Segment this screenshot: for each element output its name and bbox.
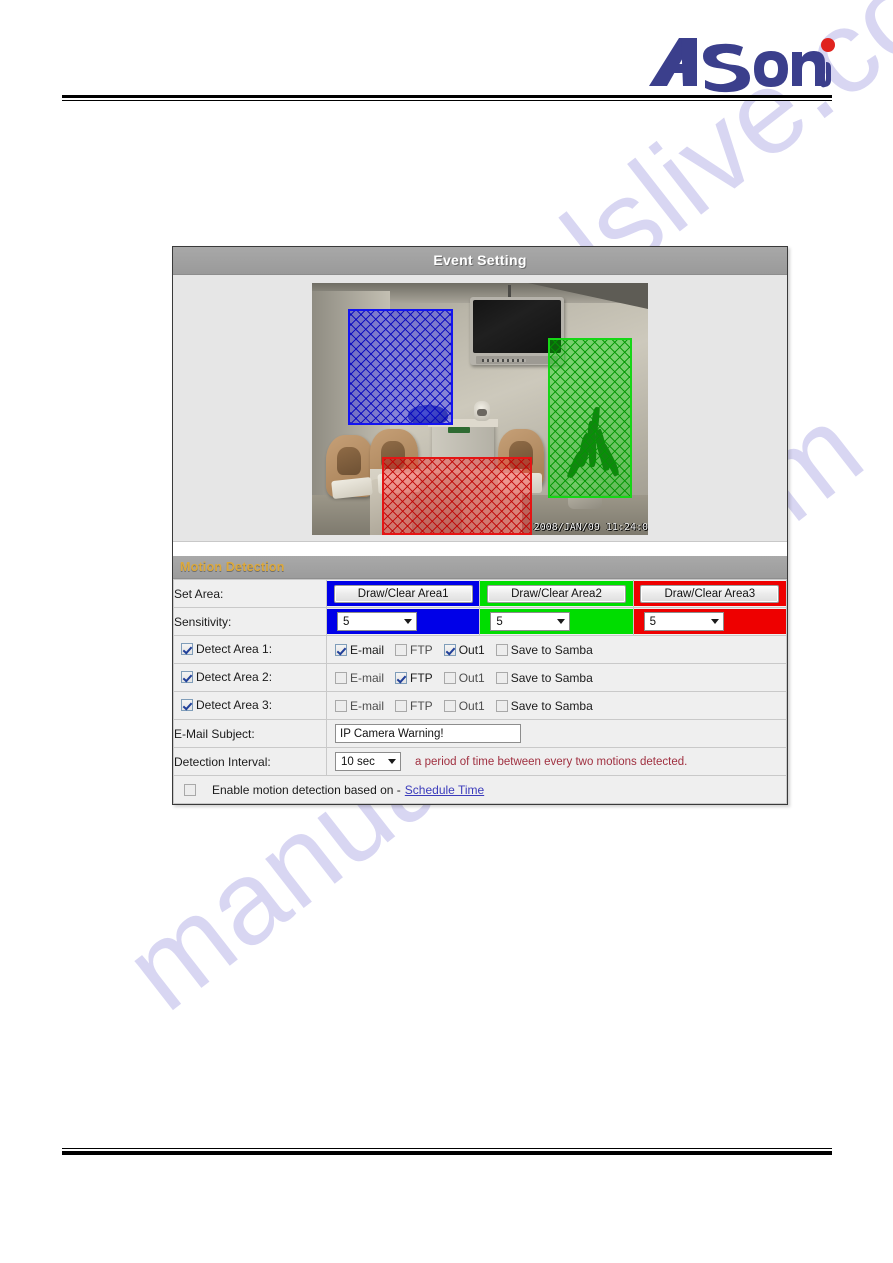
header-rule: [62, 95, 832, 101]
checkbox-icon: [395, 699, 408, 712]
area3-samba-checkbox[interactable]: Save to Samba: [495, 699, 593, 713]
area3-ftp-checkbox[interactable]: FTP: [395, 699, 433, 713]
email-subject-input[interactable]: IP Camera Warning!: [335, 724, 521, 743]
checkbox-icon: [443, 671, 456, 684]
page-title: Event Setting: [173, 247, 787, 275]
checkbox-icon: [335, 643, 347, 656]
checkbox-icon: [395, 643, 408, 656]
detect-area-1-cell: Detect Area 1:: [173, 635, 327, 664]
area2-out1-checkbox[interactable]: Out1: [443, 671, 485, 685]
area2-samba-checkbox[interactable]: Save to Samba: [495, 671, 593, 685]
table-row-schedule: Enable motion detection based on - Sched…: [173, 775, 787, 804]
asoni-logo: [645, 32, 835, 94]
video-timestamp: 2008/JAN/09 11:24:0: [533, 522, 648, 533]
detect-area-3-cell: Detect Area 3:: [173, 691, 327, 720]
detect-area-3-checkbox[interactable]: Detect Area 3:: [181, 698, 272, 712]
video-preview-area: 2008/JAN/09 11:24:0: [173, 275, 787, 542]
checkbox-icon: [335, 699, 347, 712]
detection-interval-cell: 10 sec a period of time between every tw…: [326, 747, 787, 776]
detect-area-2-actions: E-mail FTP Out1 Save to Samba: [326, 663, 787, 692]
table-row-detection-interval: Detection Interval: 10 sec a period of t…: [173, 747, 787, 776]
table-row-set-area: Set Area: Draw/Clear Area1 Draw/Clear Ar…: [173, 579, 788, 608]
area2-ftp-checkbox[interactable]: FTP: [395, 671, 433, 685]
area1-out1-checkbox[interactable]: Out1: [443, 643, 485, 657]
area2-email-checkbox[interactable]: E-mail: [335, 671, 384, 685]
chevron-down-icon: [400, 619, 416, 624]
page-header: [0, 0, 893, 110]
checkbox-icon: [495, 643, 508, 656]
table-row-sensitivity: Sensitivity: 5 5 5: [173, 607, 788, 636]
detection-interval-label: Detection Interval:: [173, 747, 327, 776]
detect-area-1-actions: E-mail FTP Out1 Save to Samba: [326, 635, 787, 664]
checkbox-icon: [184, 783, 196, 796]
table-row-detect-area-1: Detect Area 1: E-mail FTP Out1 Save to S…: [173, 635, 787, 664]
set-area-cell-2: Draw/Clear Area2: [479, 579, 634, 608]
detect-area-1-checkbox[interactable]: Detect Area 1:: [181, 642, 272, 656]
detect-area-2-cell: Detect Area 2:: [173, 663, 327, 692]
checkbox-icon: [495, 699, 508, 712]
draw-clear-area1-button[interactable]: Draw/Clear Area1: [333, 584, 473, 603]
checkbox-icon: [181, 642, 193, 655]
area1-email-checkbox[interactable]: E-mail: [335, 643, 384, 657]
set-area-cell-3: Draw/Clear Area3: [632, 579, 788, 608]
checkbox-icon: [181, 670, 193, 683]
area3-out1-checkbox[interactable]: Out1: [443, 699, 485, 713]
detection-interval-select[interactable]: 10 sec: [335, 752, 401, 771]
sensitivity-select-1[interactable]: 5: [337, 612, 417, 631]
detection-region-3[interactable]: [382, 457, 532, 535]
table-row-detect-area-3: Detect Area 3: E-mail FTP Out1 Save to S…: [173, 691, 787, 720]
event-setting-panel: Event Setting 2008/JAN/09 11:24:0 Motion…: [172, 246, 788, 805]
sensitivity-cell-2: 5: [479, 607, 634, 636]
checkbox-icon: [443, 699, 456, 712]
checkbox-icon: [395, 671, 408, 684]
draw-clear-area3-button[interactable]: Draw/Clear Area3: [640, 584, 780, 603]
sensitivity-select-2[interactable]: 5: [490, 612, 571, 631]
enable-schedule-checkbox[interactable]: [184, 783, 199, 796]
motion-detection-header: Motion Detection: [173, 556, 787, 579]
table-row-email-subject: E-Mail Subject: IP Camera Warning!: [173, 719, 787, 748]
checkbox-icon: [181, 698, 193, 711]
sensitivity-label: Sensitivity:: [173, 607, 327, 636]
area1-samba-checkbox[interactable]: Save to Samba: [495, 643, 593, 657]
detection-region-1[interactable]: [348, 309, 453, 425]
sensitivity-cell-3: 5: [632, 607, 788, 636]
set-area-cell-1: Draw/Clear Area1: [325, 579, 481, 608]
chevron-down-icon: [553, 619, 569, 624]
chevron-down-icon: [384, 759, 400, 764]
motion-detection-table: Set Area: Draw/Clear Area1 Draw/Clear Ar…: [173, 579, 788, 804]
detection-interval-hint: a period of time between every two motio…: [415, 755, 688, 768]
email-subject-cell: IP Camera Warning!: [326, 719, 787, 748]
email-subject-label: E-Mail Subject:: [173, 719, 327, 748]
camera-preview[interactable]: 2008/JAN/09 11:24:0: [312, 283, 648, 535]
detection-region-2[interactable]: [548, 338, 632, 498]
detect-area-3-actions: E-mail FTP Out1 Save to Samba: [326, 691, 787, 720]
area1-ftp-checkbox[interactable]: FTP: [395, 643, 433, 657]
set-area-label: Set Area:: [173, 579, 327, 608]
sensitivity-cell-1: 5: [325, 607, 481, 636]
checkbox-icon: [443, 643, 456, 656]
draw-clear-area2-button[interactable]: Draw/Clear Area2: [486, 584, 627, 603]
area3-email-checkbox[interactable]: E-mail: [335, 699, 384, 713]
schedule-label: Enable motion detection based on -: [212, 782, 401, 797]
table-row-detect-area-2: Detect Area 2: E-mail FTP Out1 Save to S…: [173, 663, 787, 692]
sensitivity-select-3[interactable]: 5: [643, 612, 724, 631]
checkbox-icon: [495, 671, 508, 684]
schedule-cell: Enable motion detection based on - Sched…: [173, 775, 787, 804]
checkbox-icon: [335, 671, 347, 684]
logo-dot: [821, 38, 835, 52]
chevron-down-icon: [707, 619, 723, 624]
detect-area-2-checkbox[interactable]: Detect Area 2:: [181, 670, 272, 684]
footer-rule: [62, 1148, 832, 1155]
schedule-time-link[interactable]: Schedule Time: [405, 783, 484, 797]
